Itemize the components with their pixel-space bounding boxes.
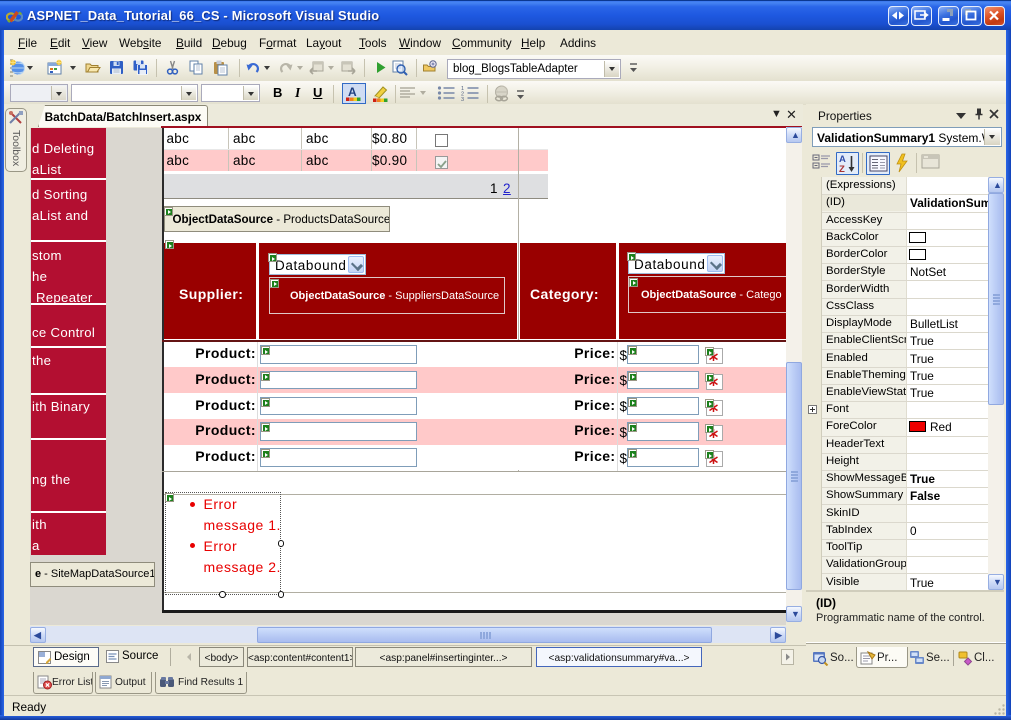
svg-text:Z: Z — [839, 164, 845, 173]
svg-text:3: 3 — [461, 97, 464, 101]
svg-text:A: A — [348, 85, 357, 99]
